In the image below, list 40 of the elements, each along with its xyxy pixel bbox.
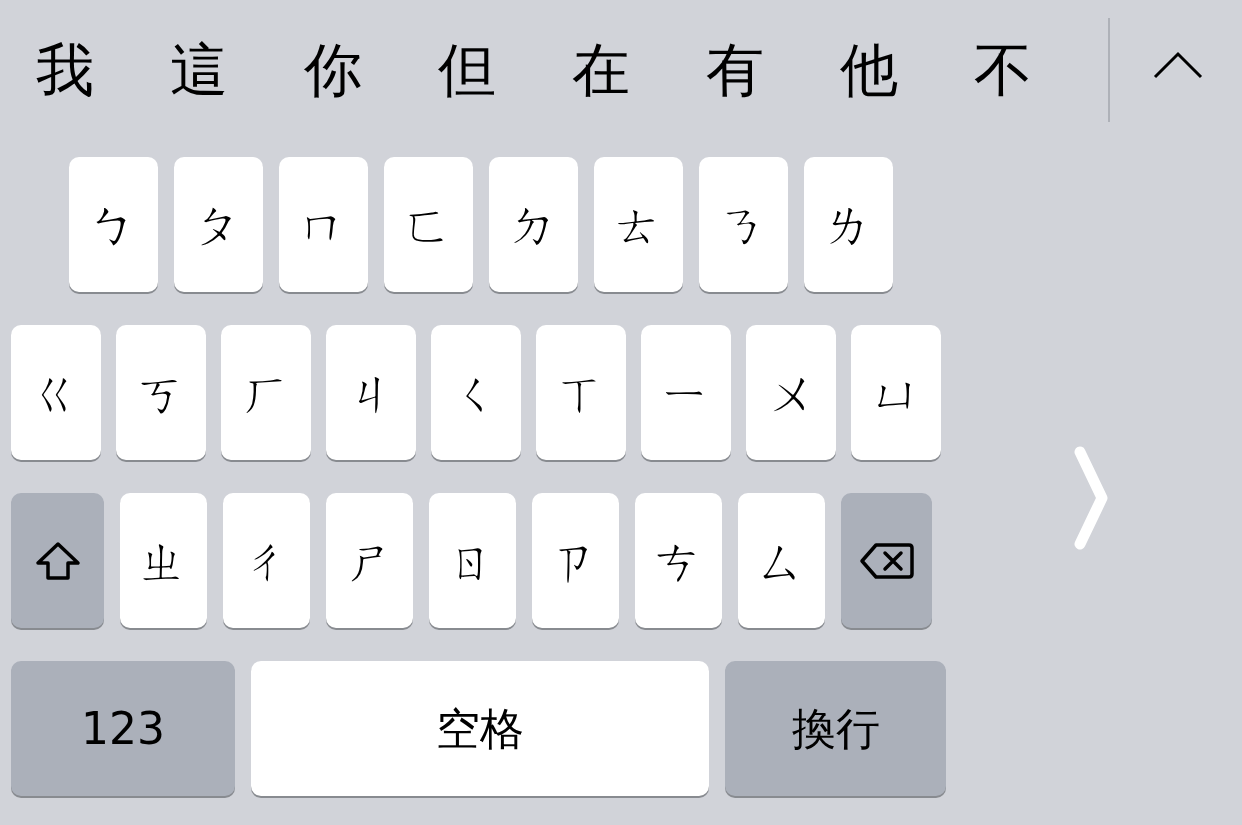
candidate-word[interactable]: 我 <box>36 41 94 99</box>
letter-key[interactable]: ㄆ <box>174 157 263 292</box>
letter-key[interactable]: ㄒ <box>536 325 626 460</box>
numbers-key[interactable]: 123 <box>11 661 235 796</box>
delete-key[interactable] <box>841 493 932 628</box>
candidate-word[interactable]: 有 <box>706 41 764 99</box>
letter-key[interactable]: ㄌ <box>804 157 893 292</box>
letter-key[interactable]: ㄕ <box>326 493 413 628</box>
letter-key[interactable]: ㄋ <box>699 157 788 292</box>
letter-key[interactable]: ㄊ <box>594 157 683 292</box>
letter-key[interactable]: ㄖ <box>429 493 516 628</box>
letter-key[interactable]: ㄔ <box>223 493 310 628</box>
candidate-word[interactable]: 你 <box>304 41 362 99</box>
letter-key[interactable]: ㄈ <box>384 157 473 292</box>
letter-key[interactable]: ㄓ <box>120 493 207 628</box>
candidate-word[interactable]: 這 <box>170 41 228 99</box>
letter-key[interactable]: ㄧ <box>641 325 731 460</box>
letter-key[interactable]: ㄩ <box>851 325 941 460</box>
candidate-word[interactable]: 在 <box>572 41 630 99</box>
letter-key[interactable]: ㄉ <box>489 157 578 292</box>
space-key[interactable]: 空格 <box>251 661 709 796</box>
chevron-up-icon <box>1153 51 1203 79</box>
letter-key[interactable]: ㄙ <box>738 493 825 628</box>
letter-key[interactable]: ㄍ <box>11 325 101 460</box>
shift-icon <box>34 540 81 581</box>
candidate-word[interactable]: 不 <box>974 41 1032 99</box>
letter-key[interactable]: ㄑ <box>431 325 521 460</box>
backspace-icon <box>858 541 915 580</box>
candidate-word[interactable]: 他 <box>840 41 898 99</box>
shift-key[interactable] <box>11 493 104 628</box>
letter-key[interactable]: ㄘ <box>635 493 722 628</box>
letter-key[interactable]: ㄎ <box>116 325 206 460</box>
letter-key[interactable]: ㄏ <box>221 325 311 460</box>
letter-key[interactable]: ㄇ <box>279 157 368 292</box>
return-key[interactable]: 換行 <box>725 661 946 796</box>
letter-key[interactable]: ㄅ <box>69 157 158 292</box>
letter-key[interactable]: ㄨ <box>746 325 836 460</box>
letter-key[interactable]: ㄗ <box>532 493 619 628</box>
letter-key[interactable]: ㄐ <box>326 325 416 460</box>
candidate-word[interactable]: 但 <box>438 41 496 99</box>
